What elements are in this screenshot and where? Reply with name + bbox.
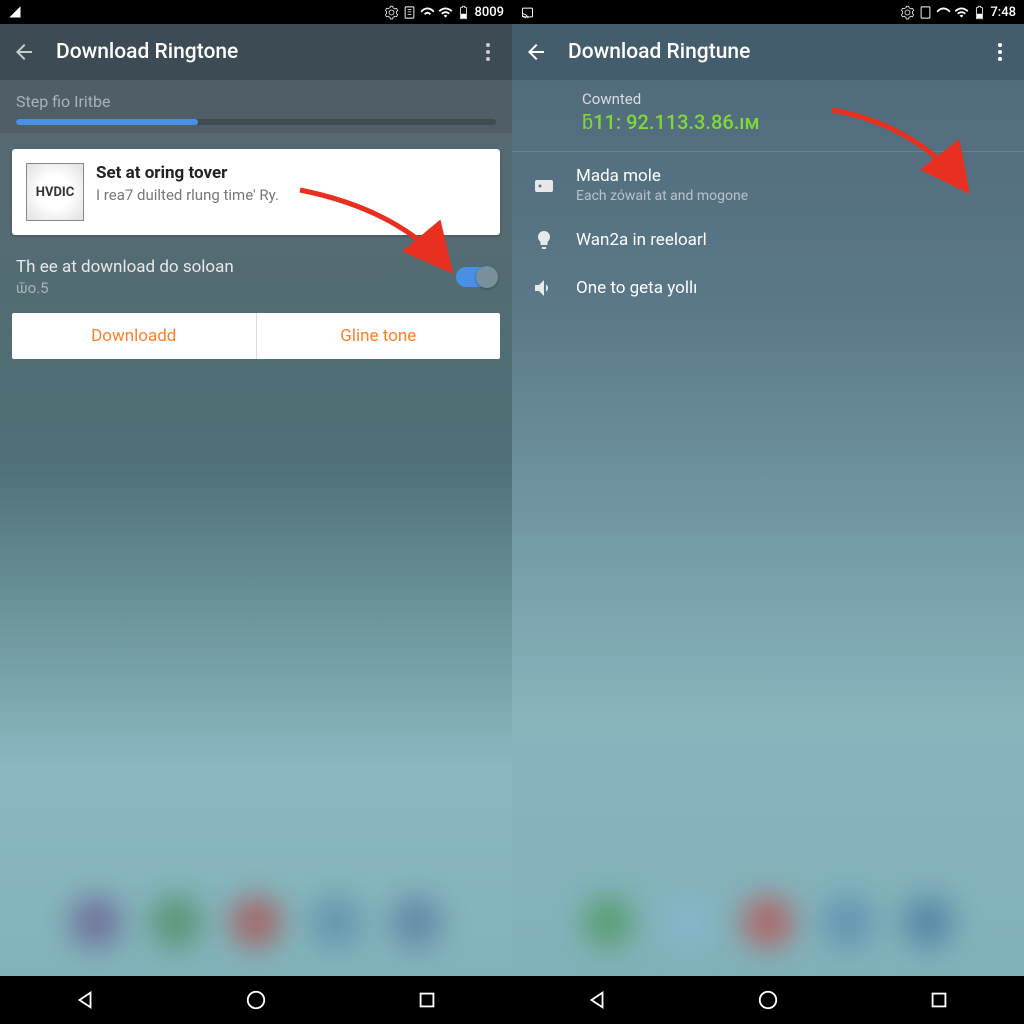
list-title: One to geta yollı — [576, 278, 1004, 298]
wifi-sync-icon — [420, 5, 435, 20]
step-label: Step fio Iritbe — [16, 92, 496, 111]
list-item-wan[interactable]: Wan2a in reeloarl — [512, 216, 1024, 264]
toggle-thumb — [476, 266, 498, 288]
app-title: Download Ringtone — [56, 40, 456, 64]
list-item-one[interactable]: One to geta yollı — [512, 264, 1024, 312]
nav-bar — [0, 976, 512, 1024]
volume-icon — [532, 276, 556, 300]
bulb-icon — [532, 228, 556, 252]
cast-icon — [520, 5, 535, 20]
nav-recent-icon[interactable] — [928, 989, 950, 1011]
nav-bar — [512, 976, 1024, 1024]
nav-back-icon[interactable] — [74, 989, 96, 1011]
sim-icon — [918, 5, 933, 20]
setting-title: Th ee at download do soloan — [16, 257, 444, 277]
status-time: 7:48 — [990, 5, 1016, 20]
divider — [512, 151, 1024, 152]
ringtone-card[interactable]: HVDIC Set at oring tover I rea7 duilted … — [12, 149, 500, 235]
toggle-switch[interactable] — [456, 267, 496, 287]
download-button[interactable]: Downloadd — [12, 313, 257, 359]
home-dock — [512, 856, 1024, 976]
right-screen: 7:48 Download Ringtune Cownted ƃ11: 92.1… — [512, 0, 1024, 1024]
back-arrow-icon[interactable] — [12, 40, 36, 64]
card-icon — [532, 173, 556, 197]
nav-home-icon[interactable] — [245, 989, 267, 1011]
list-title: Wan2a in reeloarl — [576, 230, 1004, 250]
wifi-icon — [954, 5, 969, 20]
status-bar: 8009 — [0, 0, 512, 24]
app-title: Download Ringtune — [568, 40, 968, 64]
list-title: Mada mole — [576, 166, 1004, 186]
app-bar: Download Ringtune — [512, 24, 1024, 80]
sim-icon — [402, 5, 417, 20]
setting-row: Th ee at download do soloan ѿo.5 — [0, 251, 512, 303]
list-sub: Each zówait at and mogone — [576, 188, 1004, 204]
info-value: ƃ11: 92.113.3.86.ıм — [582, 110, 1000, 135]
card-content: Set at oring tover I rea7 duilted rlung … — [96, 163, 486, 206]
back-arrow-icon[interactable] — [524, 40, 548, 64]
step-section: Step fio Iritbe — [0, 80, 512, 133]
nav-back-icon[interactable] — [586, 989, 608, 1011]
status-time: 8009 — [474, 5, 504, 20]
wifi-sync-icon — [936, 5, 951, 20]
signal-icon — [8, 5, 23, 20]
wifi-icon — [438, 5, 453, 20]
gear-icon — [900, 5, 915, 20]
app-bar: Download Ringtone — [0, 24, 512, 80]
home-dock — [0, 856, 512, 976]
progress-fill — [16, 119, 198, 125]
progress-bar — [16, 119, 496, 125]
nav-recent-icon[interactable] — [416, 989, 438, 1011]
overflow-menu-icon[interactable] — [476, 40, 500, 64]
setting-sub: ѿo.5 — [16, 279, 444, 297]
nav-home-icon[interactable] — [757, 989, 779, 1011]
overflow-menu-icon[interactable] — [988, 40, 1012, 64]
battery-icon — [972, 5, 987, 20]
card-subtitle: I rea7 duilted rlung time' Ry. — [96, 186, 486, 206]
gear-icon — [384, 5, 399, 20]
list-item-media[interactable]: Mada mole Each zówait at and mogone — [512, 154, 1024, 216]
battery-icon — [456, 5, 471, 20]
card-title: Set at oring tover — [96, 163, 486, 183]
left-screen: 8009 Download Ringtone Step fio Iritbe H… — [0, 0, 512, 1024]
info-label: Cownted — [582, 90, 1000, 108]
button-row: Downloadd Gline tone — [12, 313, 500, 359]
info-block: Cownted ƃ11: 92.113.3.86.ıм — [512, 80, 1024, 149]
glinetone-button[interactable]: Gline tone — [257, 313, 501, 359]
status-bar: 7:48 — [512, 0, 1024, 24]
card-app-icon: HVDIC — [26, 163, 84, 221]
